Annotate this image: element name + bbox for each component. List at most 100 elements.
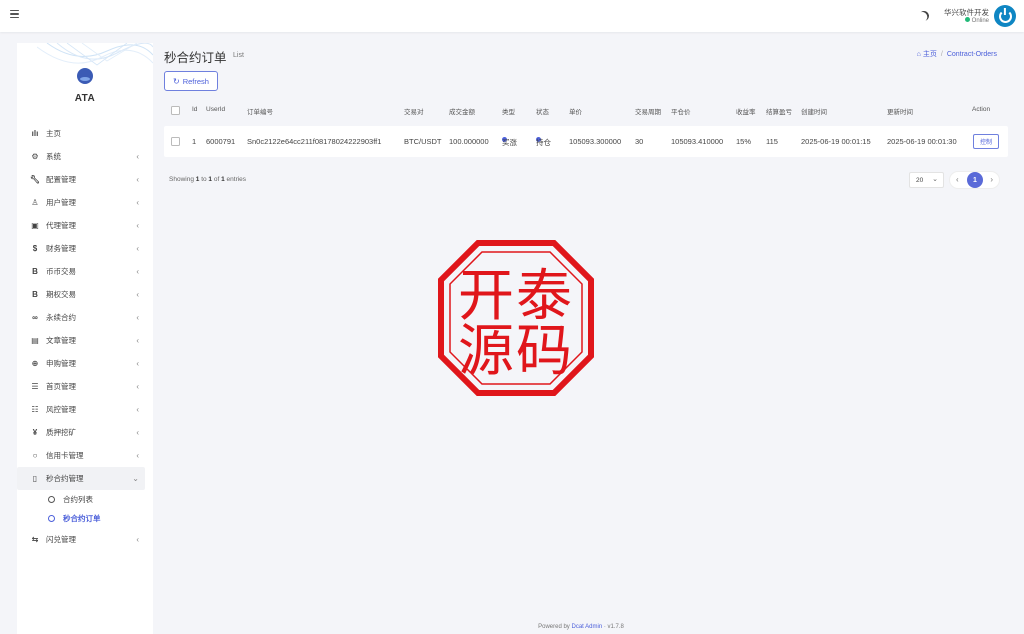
sidebar-item-label: 币币交易	[46, 267, 76, 276]
chevron-left-icon: ‹	[136, 313, 139, 322]
sidebar-item-homepage[interactable]: ☰ 首页管理 ‹	[17, 375, 153, 398]
sidebar-item-label: 质押挖矿	[46, 428, 76, 437]
submenu-item-contract-list[interactable]: 合约列表	[17, 490, 153, 509]
sidebar-item-second-contract[interactable]: ▯ 秒合约管理 ⌄	[17, 467, 145, 490]
prev-page-icon[interactable]: ‹	[956, 175, 959, 184]
column-header: 平仓价	[671, 109, 691, 116]
circle-icon	[48, 496, 55, 503]
select-all-checkbox[interactable]	[171, 106, 180, 115]
breadcrumb: ⌂ 主页 / Contract-Orders	[916, 51, 997, 58]
refresh-button[interactable]: ↻ Refresh	[164, 71, 218, 91]
cell-user-id: 6000791	[206, 137, 236, 146]
pagination-summary: Showing 1 to 1 of 1 entries	[169, 176, 247, 183]
footer: Powered by Dcat Admin · v1.7.8	[538, 624, 624, 630]
chevron-left-icon: ‹	[136, 175, 139, 184]
chevron-left-icon: ‹	[136, 451, 139, 460]
chevron-down-icon: ⌄	[132, 474, 139, 483]
table-header: Id UserId 订单编号 交易对 成交金额 类型 状态 单价 交易周期 平仓…	[164, 100, 1008, 120]
chevron-left-icon: ‹	[136, 428, 139, 437]
control-button[interactable]: 控制	[973, 134, 999, 149]
row-checkbox[interactable]	[171, 137, 180, 146]
page-title: 秒合约订单	[164, 51, 227, 65]
logo-icon	[77, 68, 93, 84]
exchange-icon: ⇆	[31, 535, 39, 544]
dark-mode-toggle-icon[interactable]	[917, 9, 931, 23]
sidebar-item-label: 代理管理	[46, 221, 76, 230]
sidebar-item-home[interactable]: ılı 主页	[17, 122, 153, 145]
footer-link[interactable]: Dcat Admin	[571, 624, 602, 630]
sidebar-item-spot[interactable]: B 币币交易 ‹	[17, 260, 153, 283]
cell-id: 1	[192, 137, 197, 146]
user-icon: ♙	[31, 198, 39, 207]
page-subtitle: List	[233, 52, 244, 59]
sidebar-menu: ılı 主页 ⚙ 系统 ‹ 🔧︎ 配置管理 ‹ ♙ 用户管理 ‹ ▣ 代理管理 ‹ $ 财务管理 ‹ …	[17, 122, 153, 551]
column-header: 创建时间	[801, 109, 827, 116]
yen-icon: ¥	[32, 428, 38, 437]
sidebar-item-config[interactable]: 🔧︎ 配置管理 ‹	[17, 168, 153, 191]
refresh-icon: ↻	[173, 76, 180, 86]
chevron-left-icon: ‹	[136, 382, 139, 391]
cell-yield: 15%	[736, 137, 752, 146]
sidebar-item-users[interactable]: ♙ 用户管理 ‹	[17, 191, 153, 214]
breadcrumb-current[interactable]: Contract-Orders	[947, 51, 997, 58]
sidebar-item-agents[interactable]: ▣ 代理管理 ‹	[17, 214, 153, 237]
sidebar-item-label: 用户管理	[46, 198, 76, 207]
column-header: 状态	[536, 109, 549, 116]
online-dot-icon	[964, 17, 970, 22]
sidebar-item-label: 申购管理	[46, 359, 76, 368]
sidebar-item-options[interactable]: B 期权交易 ‹	[17, 283, 153, 306]
avatar[interactable]	[994, 5, 1016, 27]
file-icon: ▯	[32, 474, 38, 483]
column-header: 类型	[502, 109, 515, 116]
sidebar-item-label: 秒合约管理	[46, 474, 84, 483]
column-header: 结算盈亏	[766, 109, 792, 116]
dollar-icon: $	[32, 244, 38, 253]
sidebar-item-label: 信用卡管理	[46, 451, 84, 460]
sidebar-item-flash-exchange[interactable]: ⇆ 闪兑管理 ‹	[17, 528, 153, 551]
submenu-item-label: 秒合约订单	[63, 514, 101, 523]
chevron-left-icon: ‹	[136, 198, 139, 207]
column-header: 交易对	[404, 109, 424, 116]
column-header: 成交金额	[449, 109, 475, 116]
pagination: ‹ 1 ›	[949, 171, 1000, 189]
chevron-left-icon: ‹	[136, 290, 139, 299]
column-header[interactable]: Id	[192, 106, 197, 113]
newspaper-icon: ▤	[31, 336, 39, 345]
cell-updated-at: 2025-06-19 00:01:30	[887, 137, 957, 146]
sidebar-item-system[interactable]: ⚙ 系统 ‹	[17, 145, 153, 168]
sidebar-item-credit-card[interactable]: ○ 信用卡管理 ‹	[17, 444, 153, 467]
column-header[interactable]: UserId	[206, 106, 225, 113]
sidebar-item-label: 配置管理	[46, 175, 76, 184]
sidebar-item-label: 财务管理	[46, 244, 76, 253]
menu-toggle-icon[interactable]	[10, 10, 19, 18]
chevron-left-icon: ‹	[136, 336, 139, 345]
page-button-current[interactable]: 1	[967, 172, 983, 188]
chevron-left-icon: ‹	[136, 267, 139, 276]
seal-char: 码	[516, 319, 572, 384]
logo-text: ATA	[74, 93, 96, 104]
submenu-item-second-orders[interactable]: 秒合约订单	[17, 509, 153, 528]
bar-chart-icon: ılı	[31, 129, 39, 138]
sidebar-item-label: 主页	[46, 129, 61, 138]
sidebar-item-subscription[interactable]: ⊕ 申购管理 ‹	[17, 352, 153, 375]
page-size-select[interactable]: 20 ⌄	[909, 172, 944, 188]
circle-icon: ○	[32, 451, 38, 460]
chevron-left-icon: ‹	[136, 535, 139, 544]
user-status-text: Online	[971, 18, 989, 24]
wrench-icon: 🔧︎	[29, 175, 41, 184]
sidebar-item-perpetual[interactable]: ∞ 永续合约 ‹	[17, 306, 153, 329]
sidebar-item-finance[interactable]: $ 财务管理 ‹	[17, 237, 153, 260]
refresh-label: Refresh	[182, 76, 209, 86]
circle-icon	[48, 515, 55, 522]
cell-created-at: 2025-06-19 00:01:15	[801, 137, 871, 146]
sidebar-item-label: 首页管理	[46, 382, 76, 391]
cell-period: 30	[635, 137, 644, 146]
sidebar-item-staking[interactable]: ¥ 质押挖矿 ‹	[17, 421, 153, 444]
column-header: Action	[972, 106, 991, 113]
list-alt-icon: ☷	[31, 405, 39, 414]
breadcrumb-home[interactable]: 主页	[923, 51, 937, 58]
sidebar-item-label: 闪兑管理	[46, 535, 76, 544]
sidebar-item-articles[interactable]: ▤ 文章管理 ‹	[17, 329, 153, 352]
sidebar-item-risk[interactable]: ☷ 风控管理 ‹	[17, 398, 153, 421]
next-page-icon[interactable]: ›	[990, 175, 993, 184]
